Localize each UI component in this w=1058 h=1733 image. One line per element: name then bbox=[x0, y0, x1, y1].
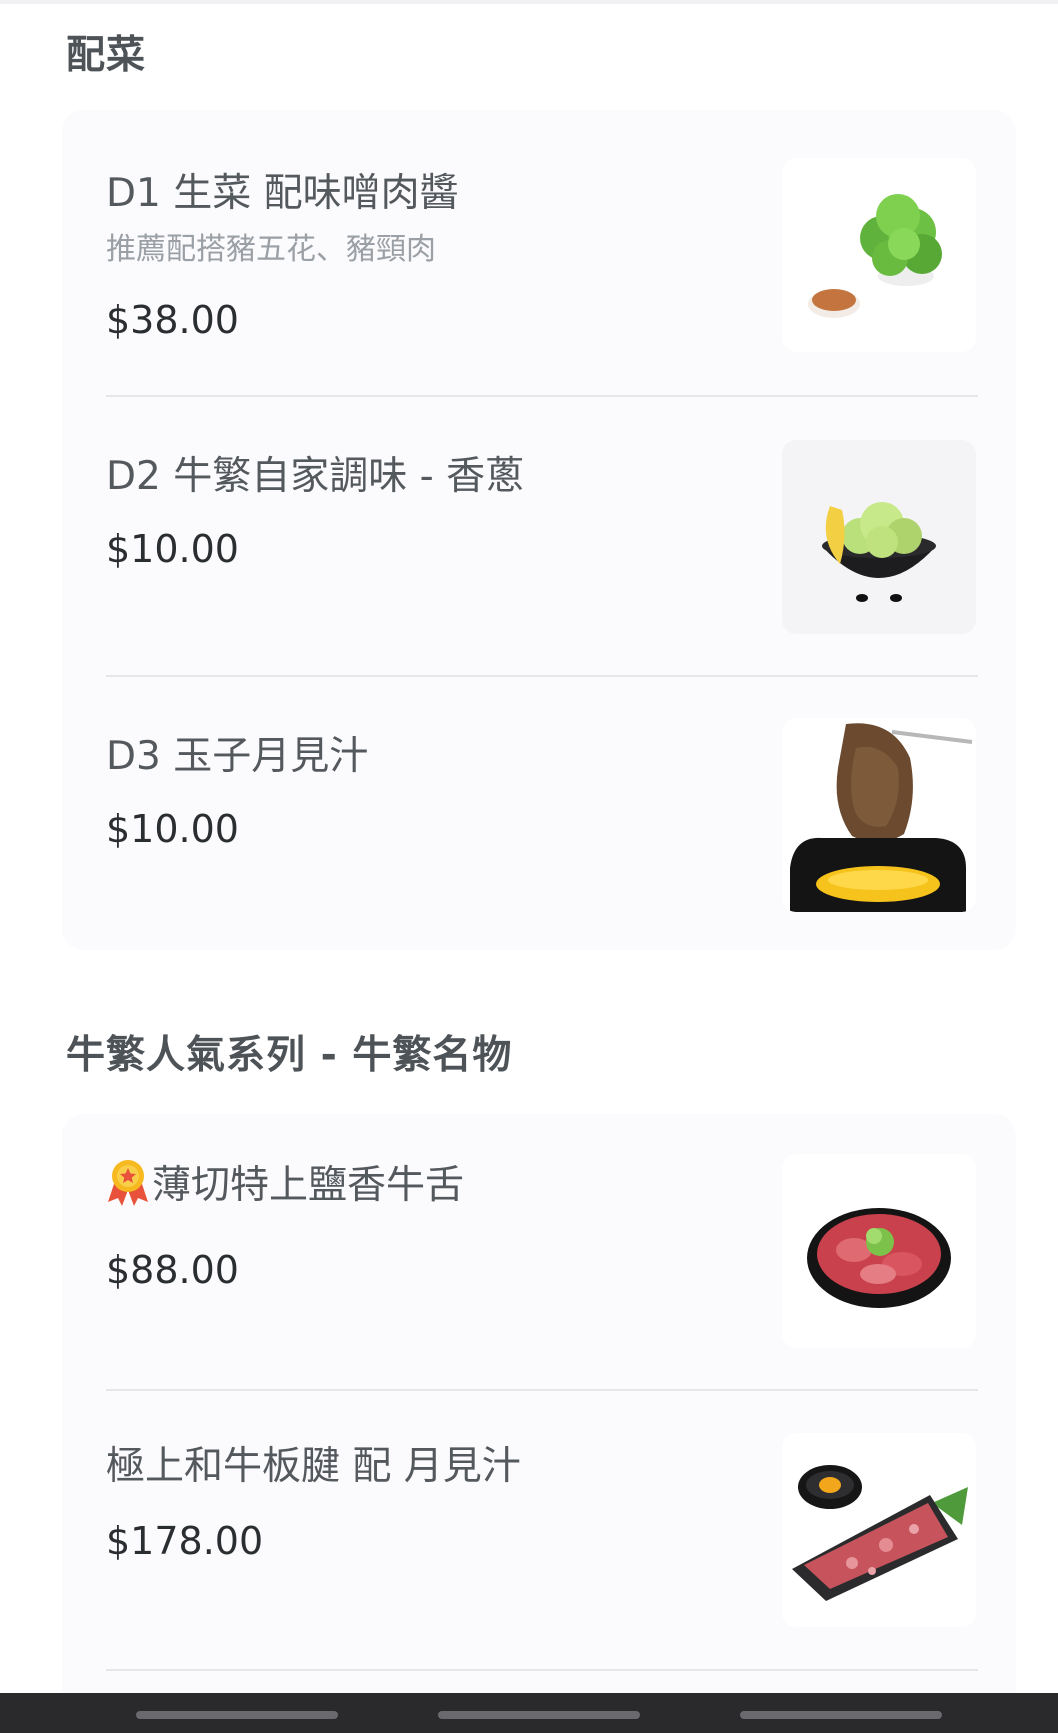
medal-icon bbox=[108, 1160, 148, 1206]
section-title-popular-series: 牛繁人氣系列 - 牛繁名物 bbox=[66, 1033, 513, 1078]
menu-item-wagyu[interactable]: 極上和牛板腱 配 月見汁 $178.00 bbox=[62, 1391, 1016, 1669]
item-name: D3 玉子月見汁 bbox=[106, 734, 369, 779]
item-price: $38.00 bbox=[106, 298, 239, 342]
item-name: D2 牛繁自家調味 - 香蔥 bbox=[106, 454, 525, 499]
top-shade bbox=[0, 0, 1058, 4]
section-title-side-dishes: 配菜 bbox=[66, 33, 147, 78]
item-price: $178.00 bbox=[106, 1519, 264, 1563]
item-price: $10.00 bbox=[106, 527, 239, 571]
item-description: 推薦配搭豬五花、豬頸肉 bbox=[106, 232, 436, 267]
nav-recent-apps-button[interactable] bbox=[136, 1711, 338, 1719]
item-divider bbox=[106, 1669, 978, 1671]
menu-item-d1[interactable]: D1 生菜 配味噌肉醬 推薦配搭豬五花、豬頸肉 $38.00 bbox=[62, 110, 1016, 395]
menu-item-d2[interactable]: D2 牛繁自家調味 - 香蔥 $10.00 bbox=[62, 397, 1016, 675]
item-image-lettuce[interactable] bbox=[782, 158, 976, 352]
menu-card-side-dishes: D1 生菜 配味噌肉醬 推薦配搭豬五花、豬頸肉 $38.00 D2 牛繁自家調味… bbox=[62, 110, 1016, 950]
item-name: 極上和牛板腱 配 月見汁 bbox=[106, 1444, 521, 1489]
item-image-wagyu[interactable] bbox=[782, 1433, 976, 1627]
nav-back-button[interactable] bbox=[740, 1711, 942, 1719]
item-name: 薄切特上鹽香牛舌 bbox=[106, 1154, 464, 1210]
item-name: D1 生菜 配味噌肉醬 bbox=[106, 171, 459, 216]
item-price: $88.00 bbox=[106, 1248, 239, 1292]
nav-home-button[interactable] bbox=[438, 1711, 640, 1719]
menu-item-beef-tongue[interactable]: 薄切特上鹽香牛舌 $88.00 bbox=[62, 1114, 1016, 1391]
item-image-beef-tongue[interactable] bbox=[782, 1154, 976, 1348]
item-image-egg-dip[interactable] bbox=[782, 718, 976, 912]
item-name-text: 薄切特上鹽香牛舌 bbox=[152, 1163, 465, 1208]
item-image-scallion[interactable] bbox=[782, 440, 976, 634]
menu-item-d3[interactable]: D3 玉子月見汁 $10.00 bbox=[62, 677, 1016, 950]
system-navigation-bar bbox=[0, 1693, 1058, 1733]
menu-card-popular-series: 薄切特上鹽香牛舌 $88.00 極上和牛板腱 配 月見汁 $178.00 bbox=[62, 1114, 1016, 1714]
item-price: $10.00 bbox=[106, 807, 239, 851]
